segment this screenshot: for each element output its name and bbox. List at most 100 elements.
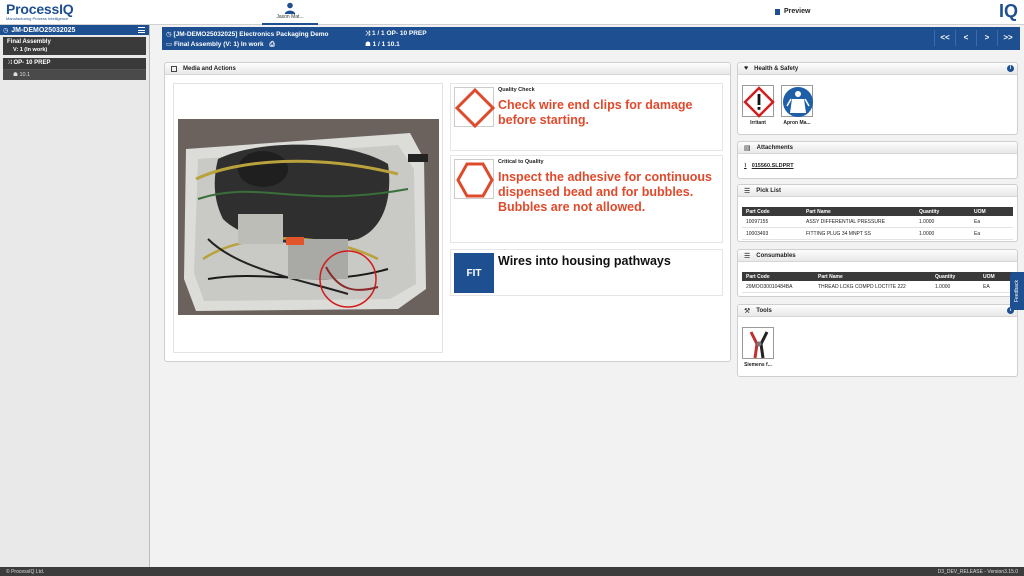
next-step-button[interactable]: > [976,30,997,46]
table-row[interactable]: 29MOO30010484BA THREAD LCKG COMPD LOCTIT… [742,281,1013,293]
clock-icon: ◷ [3,27,9,34]
tools-panel: ⚒ Tools i Siemens f... [737,304,1018,377]
card-instruction: Inspect the adhesive for continuous disp… [498,170,712,214]
job-header[interactable]: ◷ JM-DEMO25032025 [0,25,149,35]
assembly-photo-image [178,119,439,315]
panel-title: Consumables [756,252,796,259]
attachments-panel: ▤ Attachments ⌇ 015560.SLDPRT [737,141,1018,179]
sidebar-item-final-assembly[interactable]: Final Assembly V: 1 (In work) [3,37,146,55]
pliers-icon[interactable] [742,327,774,359]
list-icon: ☰ [744,252,751,260]
panel-title: Attachments [756,144,793,151]
user-icon [284,2,296,14]
part-name: THREAD LCKG COMPD LOCTITE 222 [814,281,931,293]
sidebar-item-status: V: 1 (In work) [13,47,48,53]
operation-header: ◷ [JM-DEMO25032025] Electronics Packagin… [162,27,1020,50]
quality-check-icon [454,87,496,129]
column-header: Part Code [742,272,814,281]
table-row[interactable]: 10097155 ASSY DIFFERENTIAL PRESSURE 1.00… [742,216,1013,228]
sidebar-item-op-10-prep[interactable]: ⤨ OP- 10 PREP [3,58,146,70]
previous-step-button[interactable]: < [955,30,976,46]
media-viewer[interactable] [173,83,443,353]
part-code: 10003493 [742,227,802,240]
top-bar: ProcessIQ Manufacturing Process Intellig… [0,0,1024,25]
column-header: Part Name [814,272,931,281]
column-header: UOM [970,207,1013,216]
uom: Ea [970,227,1013,240]
consumables-header: ☰ Consumables [738,250,1017,262]
first-step-button[interactable]: << [934,30,955,46]
quality-check-card[interactable]: Quality Check Check wire end clips for d… [450,83,723,151]
ppe-label: Apron Ma... [783,120,811,126]
health-safety-header: ♥ Health & Safety i [738,63,1017,75]
tray-icon: ▭ [166,41,174,48]
list-icon: ☰ [744,187,751,195]
pick-list-header: ☰ Pick List [738,185,1017,197]
preview-button[interactable]: Preview [775,8,810,15]
column-header: Quantity [931,272,979,281]
logo-name: ProcessIQ [6,1,74,17]
assembly-status: Final Assembly (V: 1) In work [173,41,264,48]
fit-card[interactable]: FIT Wires into housing pathways [450,249,723,296]
wrench-icon: ⚒ [744,307,751,315]
step-navigation: << < > >> [934,30,1018,46]
quantity: 1.0000 [915,227,970,240]
print-icon[interactable]: ⎙ [269,41,274,48]
panel-title: Health & Safety [754,65,799,72]
card-instruction: Wires into housing pathways [498,254,671,268]
assembly-line: ▭ Final Assembly (V: 1) In work ⎙ [166,40,275,49]
sidebar-item-step-10-1[interactable]: ☗ 10.1 [3,70,146,80]
part-code: 10097155 [742,216,802,228]
person-icon: ☗ [13,72,18,78]
logo-subtitle: Manufacturing Process Intelligence [6,16,69,21]
job-id: JM-DEMO25032025 [11,26,76,34]
irritant-hazard-icon[interactable] [742,85,775,118]
consumables-table-wrap: Part Code Part Name Quantity UOM 29MOO30… [738,262,1017,293]
sidebar-item-label: OP- 10 PREP [13,60,51,66]
column-header: Part Name [802,207,915,216]
footer: © ProcessIQ Ltd. D3_DEV_RELEASE - Versio… [0,567,1024,576]
panel-title: Media and Actions [183,65,236,72]
processiq-logo[interactable]: ProcessIQ Manufacturing Process Intellig… [6,1,74,21]
person-icon: ☗ [365,41,373,48]
sidebar-item-label: Final Assembly [7,39,51,45]
attachment-link[interactable]: ⌇ 015560.SLDPRT [744,163,794,169]
document-icon [775,8,780,15]
step-line: ☗ 1 / 1 10.1 [365,40,400,48]
preview-label: Preview [784,8,811,15]
critical-to-quality-card[interactable]: Critical to Quality Inspect the adhesive… [450,155,723,243]
table-row[interactable]: 10003493 FITTING PLUG 34 MNPT SS 1.0000 … [742,227,1013,240]
tool-label: Siemens f... [744,362,772,368]
step-counter: 1 / 1 10.1 [372,41,400,48]
consumables-panel: ☰ Consumables Part Code Part Name Quanti… [737,249,1018,297]
health-safety-panel: ♥ Health & Safety i Irritant Apron Ma... [737,62,1018,135]
pick-list-table: Part Code Part Name Quantity UOM 1009715… [742,207,1013,240]
job-title-line: ◷ [JM-DEMO25032025] Electronics Packagin… [166,30,328,38]
sidebar-step-label: 10.1 [19,72,31,78]
assembly-photo[interactable] [178,119,439,315]
tools-header: ⚒ Tools i [738,305,1017,317]
column-header: Part Code [742,207,802,216]
shuffle-icon: ⤨ [7,60,12,66]
last-step-button[interactable]: >> [997,30,1018,46]
menu-icon[interactable] [138,27,145,33]
consumables-table: Part Code Part Name Quantity UOM 29MOO30… [742,272,1013,293]
card-instruction: Check wire end clips for damage before s… [498,98,693,127]
card-title: Critical to Quality [498,159,544,165]
document-icon: ▤ [744,144,751,152]
operation-line: ⤨ 1 / 1 OP- 10 PREP [365,30,427,38]
part-code: 29MOO30010484BA [742,281,814,293]
info-icon[interactable]: i [1007,65,1014,72]
feedback-tab[interactable]: Feedback [1010,272,1024,310]
card-title: Quality Check [498,87,535,93]
critical-quality-icon [454,159,494,199]
version: D3_DEV_RELEASE - Version3.15.0 [937,569,1018,575]
quantity: 1.0000 [915,216,970,228]
apron-mandatory-icon[interactable] [781,85,813,117]
left-sidebar: ◷ JM-DEMO25032025 Final Assembly V: 1 (I… [0,25,150,567]
column-header: UOM [979,272,1013,281]
shuffle-icon: ⤨ [365,30,373,37]
user-menu[interactable]: Jason Mat... [262,0,318,25]
uom: EA [979,281,1013,293]
part-name: FITTING PLUG 34 MNPT SS [802,227,915,240]
